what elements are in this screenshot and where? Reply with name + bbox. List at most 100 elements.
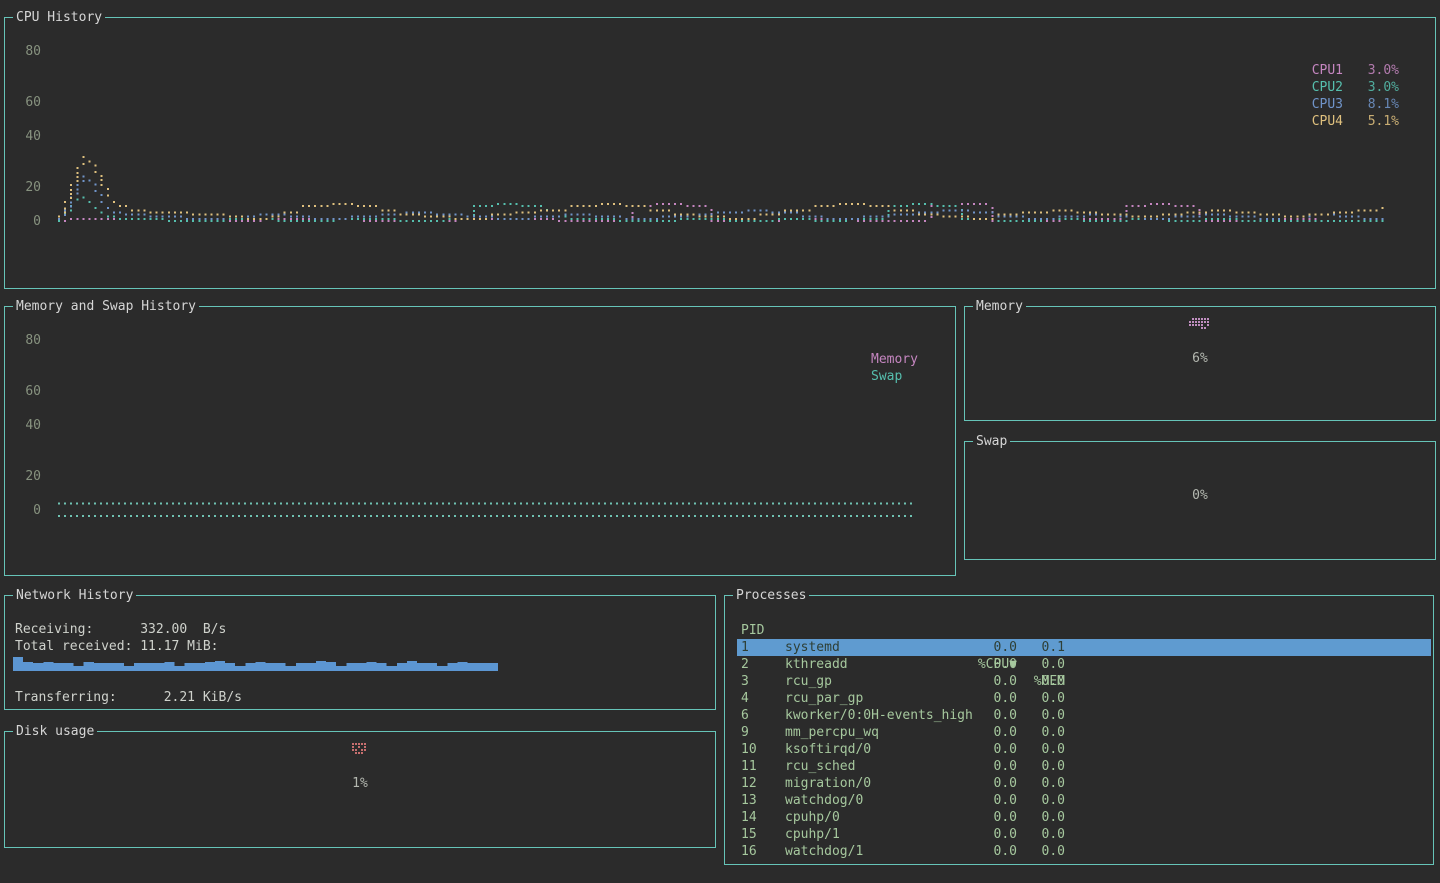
cpu-legend: CPU13.0%CPU23.0%CPU38.1%CPU45.1% — [1312, 62, 1399, 130]
cpu-legend-row: CPU45.1% — [1312, 113, 1399, 130]
cpu-legend-row: CPU23.0% — [1312, 79, 1399, 96]
process-mem: 0.0 — [1025, 775, 1065, 792]
process-command: cpuhp/0 — [785, 809, 981, 826]
process-cpu: 0.0 — [967, 826, 1017, 843]
network-receive-sparkline — [13, 654, 513, 672]
process-command: watchdog/1 — [785, 843, 981, 860]
memswap-legend-row: Memory — [871, 351, 918, 368]
process-mem: 0.0 — [1025, 843, 1065, 860]
process-pid: 15 — [741, 826, 785, 843]
process-mem: 0.1 — [1025, 639, 1065, 656]
process-row[interactable]: 3rcu_gp0.00.0 — [737, 673, 1431, 690]
process-mem: 0.0 — [1025, 690, 1065, 707]
process-mem: 0.0 — [1025, 707, 1065, 724]
swap-percent: 0% — [965, 488, 1435, 503]
process-row[interactable]: 6kworker/0:0H-events_high0.00.0 — [737, 707, 1431, 724]
process-command: rcu_sched — [785, 758, 981, 775]
process-cpu: 0.0 — [967, 639, 1017, 656]
process-row[interactable]: 2kthreadd0.00.0 — [737, 656, 1431, 673]
processes-panel: Processes PID Command %CPU▼ %MEM 1system… — [724, 595, 1434, 865]
disk-usage-panel: Disk usage 1% — [4, 731, 716, 848]
process-cpu: 0.0 — [967, 724, 1017, 741]
process-row[interactable]: 10ksoftirqd/00.00.0 — [737, 741, 1431, 758]
process-mem: 0.0 — [1025, 656, 1065, 673]
process-table: PID Command %CPU▼ %MEM 1systemd0.00.12kt… — [737, 605, 1431, 860]
memory-gauge-icon — [1189, 318, 1211, 332]
process-command: migration/0 — [785, 775, 981, 792]
process-row[interactable]: 15cpuhp/10.00.0 — [737, 826, 1431, 843]
cpu-legend-row: CPU38.1% — [1312, 96, 1399, 113]
memswap-history-panel: Memory and Swap History 806040200 Memory… — [4, 306, 956, 576]
process-command: kthreadd — [785, 656, 981, 673]
process-cpu: 0.0 — [967, 809, 1017, 826]
process-pid: 4 — [741, 690, 785, 707]
process-pid: 13 — [741, 792, 785, 809]
cpu-legend-row: CPU13.0% — [1312, 62, 1399, 79]
process-row[interactable]: 9mm_percpu_wq0.00.0 — [737, 724, 1431, 741]
cpu-history-panel: CPU History 806040200 CPU13.0%CPU23.0%CP… — [4, 17, 1436, 289]
process-row[interactable]: 11rcu_sched0.00.0 — [737, 758, 1431, 775]
process-cpu: 0.0 — [967, 775, 1017, 792]
memswap-legend: MemorySwap — [871, 351, 918, 385]
process-cpu: 0.0 — [967, 673, 1017, 690]
swap-gauge-panel: Swap 0% — [964, 441, 1436, 560]
process-cpu: 0.0 — [967, 656, 1017, 673]
process-mem: 0.0 — [1025, 741, 1065, 758]
process-pid: 9 — [741, 724, 785, 741]
process-row[interactable]: 12migration/00.00.0 — [737, 775, 1431, 792]
process-row[interactable]: 4rcu_par_gp0.00.0 — [737, 690, 1431, 707]
process-cpu: 0.0 — [967, 690, 1017, 707]
cpu-history-chart — [5, 18, 1435, 288]
process-pid: 1 — [741, 639, 785, 656]
process-row[interactable]: 16watchdog/10.00.0 — [737, 843, 1431, 860]
process-rows: 1systemd0.00.12kthreadd0.00.03rcu_gp0.00… — [737, 639, 1431, 860]
column-header-pid[interactable]: PID — [741, 622, 785, 639]
network-receiving-line: Receiving: 332.00 B/s — [15, 622, 226, 637]
process-row[interactable]: 14cpuhp/00.00.0 — [737, 809, 1431, 826]
process-cpu: 0.0 — [967, 843, 1017, 860]
process-command: watchdog/0 — [785, 792, 981, 809]
process-cpu: 0.0 — [967, 707, 1017, 724]
process-mem: 0.0 — [1025, 809, 1065, 826]
process-table-header: PID Command %CPU▼ %MEM — [737, 605, 1431, 622]
process-command: kworker/0:0H-events_high — [785, 707, 981, 724]
network-total-received-line: Total received: 11.17 MiB: — [15, 639, 219, 654]
memory-panel-title: Memory — [973, 299, 1026, 314]
network-history-panel: Network History Receiving: 332.00 B/s To… — [4, 595, 716, 710]
process-pid: 11 — [741, 758, 785, 775]
process-mem: 0.0 — [1025, 826, 1065, 843]
network-history-title: Network History — [13, 588, 136, 603]
process-pid: 12 — [741, 775, 785, 792]
network-transferring-line: Transferring: 2.21 KiB/s — [15, 690, 242, 705]
process-mem: 0.0 — [1025, 758, 1065, 775]
process-command: systemd — [785, 639, 981, 656]
process-pid: 6 — [741, 707, 785, 724]
process-pid: 3 — [741, 673, 785, 690]
memswap-legend-row: Swap — [871, 368, 918, 385]
memory-percent: 6% — [965, 351, 1435, 366]
process-command: mm_percpu_wq — [785, 724, 981, 741]
process-mem: 0.0 — [1025, 673, 1065, 690]
disk-percent: 1% — [5, 776, 715, 791]
process-command: rcu_par_gp — [785, 690, 981, 707]
process-pid: 2 — [741, 656, 785, 673]
process-pid: 14 — [741, 809, 785, 826]
process-row[interactable]: 13watchdog/00.00.0 — [737, 792, 1431, 809]
process-cpu: 0.0 — [967, 741, 1017, 758]
memory-gauge-panel: Memory 6% — [964, 306, 1436, 421]
process-mem: 0.0 — [1025, 724, 1065, 741]
swap-panel-title: Swap — [973, 434, 1010, 449]
disk-usage-title: Disk usage — [13, 724, 97, 739]
header-spacer — [737, 622, 1431, 639]
process-pid: 16 — [741, 843, 785, 860]
process-command: rcu_gp — [785, 673, 981, 690]
processes-title: Processes — [733, 588, 809, 603]
process-pid: 10 — [741, 741, 785, 758]
disk-gauge-icon — [352, 743, 368, 757]
memswap-history-chart — [5, 307, 955, 575]
process-command: cpuhp/1 — [785, 826, 981, 843]
process-row[interactable]: 1systemd0.0 0.1 — [737, 639, 1431, 656]
process-mem: 0.0 — [1025, 792, 1065, 809]
process-command: ksoftirqd/0 — [785, 741, 981, 758]
process-cpu: 0.0 — [967, 758, 1017, 775]
